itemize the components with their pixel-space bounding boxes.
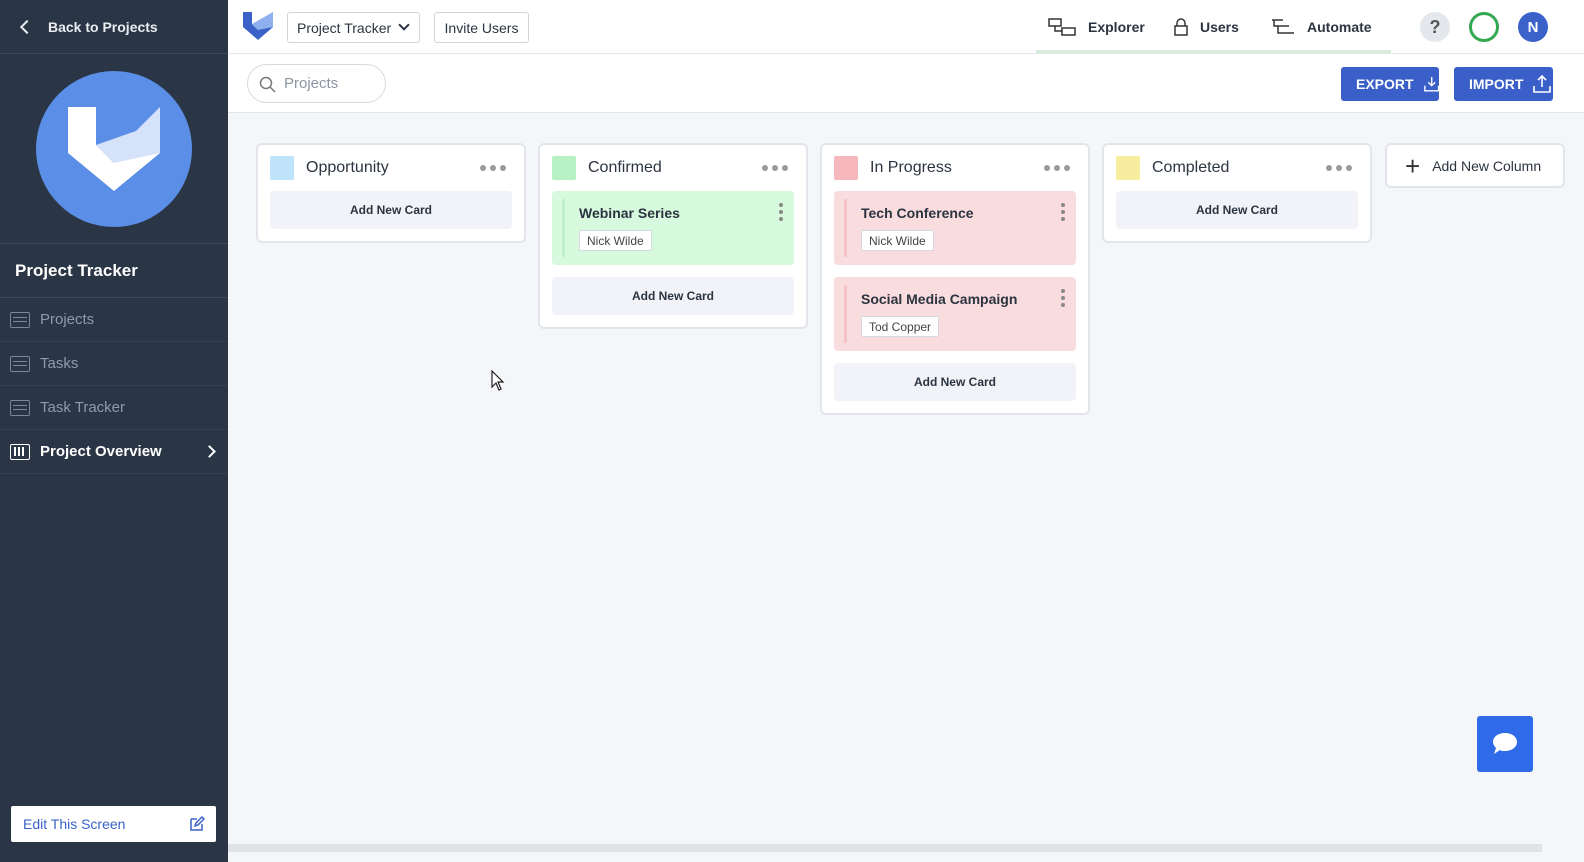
sidebar: Back to Projects Project Tracker Project…: [0, 0, 228, 862]
nav-explorer[interactable]: Explorer: [1048, 0, 1145, 53]
import-button[interactable]: IMPORT: [1454, 67, 1553, 101]
more-options-icon[interactable]: [480, 165, 506, 171]
upload-icon: [1533, 75, 1552, 93]
status-indicator-icon[interactable]: [1469, 12, 1499, 42]
add-column-label: Add New Column: [1432, 157, 1542, 174]
column-title: Completed: [1152, 159, 1230, 176]
download-icon: [1423, 77, 1439, 92]
search-placeholder: Projects: [284, 75, 339, 92]
card-stripe: [844, 285, 847, 343]
sidebar-item-label: Task Tracker: [40, 399, 126, 416]
list-icon: [10, 355, 30, 372]
import-label: IMPORT: [1469, 76, 1524, 92]
chat-button[interactable]: [1477, 716, 1533, 772]
card-tech-conference[interactable]: Tech Conference Nick Wilde: [834, 191, 1076, 265]
column-color-swatch: [834, 156, 858, 180]
board-icon: [10, 443, 30, 460]
project-select[interactable]: Project Tracker: [287, 12, 420, 43]
card-menu-icon[interactable]: [1061, 203, 1065, 221]
chevron-right-icon: [203, 445, 216, 458]
card-title: Webinar Series: [579, 205, 680, 221]
user-avatar[interactable]: N: [1518, 12, 1548, 42]
nav-users[interactable]: Users: [1174, 0, 1239, 53]
mouse-cursor-icon: [491, 370, 505, 391]
column-title: Confirmed: [588, 159, 662, 176]
column-color-swatch: [1116, 156, 1140, 180]
card-social-media-campaign[interactable]: Social Media Campaign Tod Copper: [834, 277, 1076, 351]
sidebar-item-project-overview[interactable]: Project Overview: [0, 430, 228, 474]
sidebar-item-task-tracker[interactable]: Task Tracker: [0, 386, 228, 430]
project-select-value: Project Tracker: [297, 19, 392, 36]
column-opportunity: Opportunity Add New Card: [256, 143, 526, 243]
card-menu-icon[interactable]: [1061, 289, 1065, 307]
sidebar-item-tasks[interactable]: Tasks: [0, 342, 228, 386]
toolbar: Projects EXPORT IMPORT: [228, 54, 1584, 113]
gantt-icon: [10, 399, 30, 416]
chevron-down-icon: [398, 19, 410, 31]
plus-icon: +: [1405, 150, 1421, 181]
card-title: Social Media Campaign: [861, 291, 1018, 307]
top-bar: Project Tracker Invite Users Explorer Us…: [228, 0, 1584, 54]
sidebar-project-title: Project Tracker: [0, 244, 228, 298]
sidebar-item-label: Projects: [40, 311, 95, 328]
search-icon: [259, 76, 276, 93]
add-card-button[interactable]: Add New Card: [270, 191, 512, 229]
edit-icon: [190, 816, 205, 831]
sidebar-item-projects[interactable]: Projects: [0, 298, 228, 342]
logo-icon: [68, 106, 160, 191]
column-color-swatch: [552, 156, 576, 180]
chat-bubble-icon: [1493, 733, 1517, 754]
column-in-progress: In Progress Tech Conference Nick Wilde S…: [820, 143, 1090, 415]
more-options-icon[interactable]: [1326, 165, 1352, 171]
automate-icon: [1272, 18, 1294, 34]
list-icon: [10, 311, 30, 328]
column-color-swatch: [270, 156, 294, 180]
add-card-button[interactable]: Add New Card: [552, 277, 794, 315]
add-card-button[interactable]: Add New Card: [834, 363, 1076, 401]
export-button[interactable]: EXPORT: [1341, 67, 1439, 101]
column-header: Opportunity: [258, 145, 524, 191]
lock-icon: [1174, 17, 1188, 36]
column-confirmed: Confirmed Webinar Series Nick Wilde Add …: [538, 143, 808, 329]
column-header: Completed: [1104, 145, 1370, 191]
column-header: Confirmed: [540, 145, 806, 191]
brand-logo-icon: [243, 12, 273, 40]
assignee-tag: Nick Wilde: [579, 230, 652, 251]
card-webinar-series[interactable]: Webinar Series Nick Wilde: [552, 191, 794, 265]
nav-label: Users: [1200, 18, 1239, 35]
back-label: Back to Projects: [48, 18, 158, 35]
more-options-icon[interactable]: [762, 165, 788, 171]
card-stripe: [844, 199, 847, 257]
column-title: In Progress: [870, 159, 952, 176]
explorer-icon: [1048, 17, 1076, 36]
nav-active-indicator: [1036, 50, 1391, 53]
project-logo-area: [0, 54, 228, 244]
column-header: In Progress: [822, 145, 1088, 191]
sidebar-item-label: Tasks: [40, 355, 79, 372]
help-button[interactable]: ?: [1420, 12, 1450, 42]
horizontal-scrollbar[interactable]: [228, 844, 1542, 852]
nav-automate[interactable]: Automate: [1271, 0, 1372, 53]
column-title: Opportunity: [306, 159, 389, 176]
add-column-button[interactable]: + Add New Column: [1385, 143, 1565, 188]
nav-label: Explorer: [1088, 18, 1145, 35]
assignee-tag: Nick Wilde: [861, 230, 934, 251]
card-menu-icon[interactable]: [779, 203, 783, 221]
assignee-tag: Tod Copper: [861, 316, 940, 337]
edit-screen-label: Edit This Screen: [23, 816, 126, 832]
card-title: Tech Conference: [861, 205, 974, 221]
card-stripe: [562, 199, 565, 257]
sidebar-item-label: Project Overview: [40, 443, 162, 460]
add-card-button[interactable]: Add New Card: [1116, 191, 1358, 229]
back-to-projects-link[interactable]: Back to Projects: [0, 0, 228, 54]
column-completed: Completed Add New Card: [1102, 143, 1372, 243]
invite-users-button[interactable]: Invite Users: [434, 12, 529, 43]
more-options-icon[interactable]: [1044, 165, 1070, 171]
chevron-left-icon: [19, 19, 35, 34]
edit-screen-button[interactable]: Edit This Screen: [11, 806, 216, 842]
export-label: EXPORT: [1356, 76, 1414, 92]
nav-label: Automate: [1307, 18, 1372, 35]
search-input[interactable]: Projects: [247, 64, 386, 103]
project-logo: [36, 70, 192, 227]
